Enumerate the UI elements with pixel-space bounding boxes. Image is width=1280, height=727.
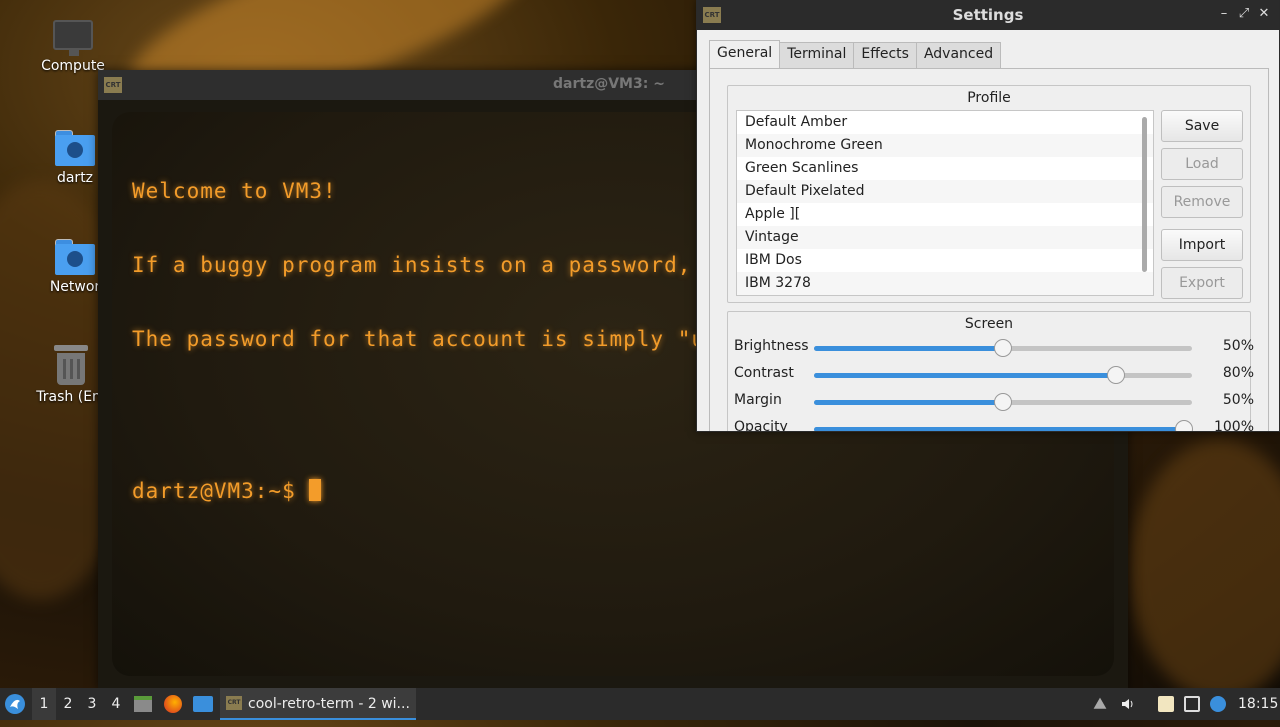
desktop-icon-label: dartz	[56, 170, 94, 186]
desktop-icon-label: Compute	[41, 58, 105, 74]
minimize-icon[interactable]: –	[1215, 6, 1233, 21]
profile-group-title: Profile	[967, 90, 1011, 106]
settings-dialog[interactable]: CRT Settings – ⤢ ✕ General Terminal Effe…	[696, 0, 1280, 432]
profile-list[interactable]: Default Amber Monochrome Green Green Sca…	[736, 110, 1154, 296]
file-manager-launcher[interactable]	[134, 688, 154, 720]
trash-icon	[54, 345, 88, 385]
opacity-label: Opacity	[734, 419, 788, 432]
workspace-1[interactable]: 1	[32, 688, 56, 720]
margin-slider-handle[interactable]	[994, 393, 1012, 411]
clipboard-icon[interactable]	[1158, 696, 1174, 712]
screen-group: Screen Brightness 50% Contrast 80% Margi…	[727, 311, 1254, 432]
brightness-slider-handle[interactable]	[994, 339, 1012, 357]
export-button[interactable]: Export	[1161, 267, 1243, 299]
tab-terminal[interactable]: Terminal	[779, 42, 855, 68]
maximize-icon[interactable]: ⤢	[1235, 6, 1253, 21]
terminal-title: dartz@VM3: ~	[553, 76, 665, 92]
contrast-label: Contrast	[734, 365, 794, 381]
opacity-slider-handle[interactable]	[1175, 420, 1194, 431]
opacity-slider[interactable]	[814, 420, 1194, 431]
contrast-slider-handle[interactable]	[1107, 366, 1126, 384]
contrast-slider[interactable]	[814, 366, 1192, 384]
settings-title: Settings	[952, 6, 1024, 24]
tab-effects[interactable]: Effects	[853, 42, 917, 68]
profile-list-item[interactable]: IBM Dos	[737, 249, 1153, 272]
tray-up-arrow-icon[interactable]	[1093, 697, 1107, 709]
start-menu-button[interactable]	[4, 688, 28, 720]
workspace-2[interactable]: 2	[56, 688, 80, 720]
terminal-prompt: dartz@VM3:~$	[132, 479, 310, 503]
profile-list-scrollbar[interactable]	[1142, 117, 1147, 272]
general-tab-panel: Profile Default Amber Monochrome Green G…	[709, 68, 1269, 432]
desktop-icon	[193, 696, 213, 712]
desktop-icon-label: Trash (Em	[36, 389, 106, 405]
network-folder-icon	[55, 239, 95, 275]
taskbar-task-cool-retro-term[interactable]: CRT cool-retro-term - 2 wi...	[220, 688, 416, 720]
start-menu-icon	[5, 694, 25, 714]
workspace-3[interactable]: 3	[80, 688, 104, 720]
file-manager-icon	[134, 696, 152, 712]
close-icon[interactable]: ✕	[1255, 6, 1273, 21]
brightness-label: Brightness	[734, 338, 809, 354]
firefox-icon	[164, 695, 182, 713]
taskbar: 1 2 3 4 CRT cool-retro-term - 2 wi... 18…	[0, 688, 1280, 720]
margin-slider[interactable]	[814, 393, 1192, 411]
opacity-slider-row: Opacity 100%	[734, 419, 1254, 432]
profile-group: Profile Default Amber Monochrome Green G…	[727, 85, 1251, 303]
home-folder-icon	[55, 130, 95, 166]
save-button[interactable]: Save	[1161, 110, 1243, 142]
brightness-slider-row: Brightness 50%	[734, 338, 1254, 358]
task-label: cool-retro-term - 2 wi...	[248, 696, 410, 712]
terminal-cursor	[309, 479, 322, 501]
firefox-launcher[interactable]	[164, 688, 184, 720]
tab-advanced[interactable]: Advanced	[915, 42, 1002, 68]
tab-general[interactable]: General	[709, 40, 781, 68]
brightness-value: 50%	[1222, 338, 1254, 354]
profile-list-item[interactable]: Green Scanlines	[737, 157, 1153, 180]
load-button[interactable]: Load	[1161, 148, 1243, 180]
screen-group-title: Screen	[964, 316, 1014, 332]
crt-app-icon: CRT	[226, 696, 242, 710]
brightness-slider[interactable]	[814, 339, 1192, 357]
remove-button[interactable]: Remove	[1161, 186, 1243, 218]
settings-titlebar[interactable]: CRT Settings – ⤢ ✕	[697, 0, 1279, 30]
profile-list-item[interactable]: Apple ][	[737, 203, 1153, 226]
show-desktop-button[interactable]	[193, 688, 215, 720]
desktop-icon-computer[interactable]: Compute	[28, 20, 118, 74]
volume-icon[interactable]	[1120, 696, 1136, 712]
margin-label: Margin	[734, 392, 782, 408]
profile-list-item[interactable]: Default Amber	[737, 111, 1153, 134]
margin-value: 50%	[1222, 392, 1254, 408]
profile-list-item[interactable]: Default Pixelated	[737, 180, 1153, 203]
desktop-icon-label: Networ	[49, 279, 101, 295]
profile-list-item[interactable]: Monochrome Green	[737, 134, 1153, 157]
contrast-slider-row: Contrast 80%	[734, 365, 1254, 385]
network-icon[interactable]	[1184, 696, 1200, 712]
profile-list-item[interactable]: IBM 3278	[737, 272, 1153, 295]
settings-tabs: General Terminal Effects Advanced	[709, 40, 1002, 70]
profile-list-item[interactable]: Vintage	[737, 226, 1153, 249]
workspace-4[interactable]: 4	[104, 688, 128, 720]
crt-app-icon: CRT	[104, 77, 122, 93]
notification-icon[interactable]	[1210, 696, 1226, 712]
contrast-value: 80%	[1222, 365, 1254, 381]
margin-slider-row: Margin 50%	[734, 392, 1254, 412]
opacity-value: 100%	[1213, 419, 1254, 432]
clock[interactable]: 18:15	[1238, 688, 1278, 720]
computer-icon	[53, 20, 93, 56]
import-button[interactable]: Import	[1161, 229, 1243, 261]
